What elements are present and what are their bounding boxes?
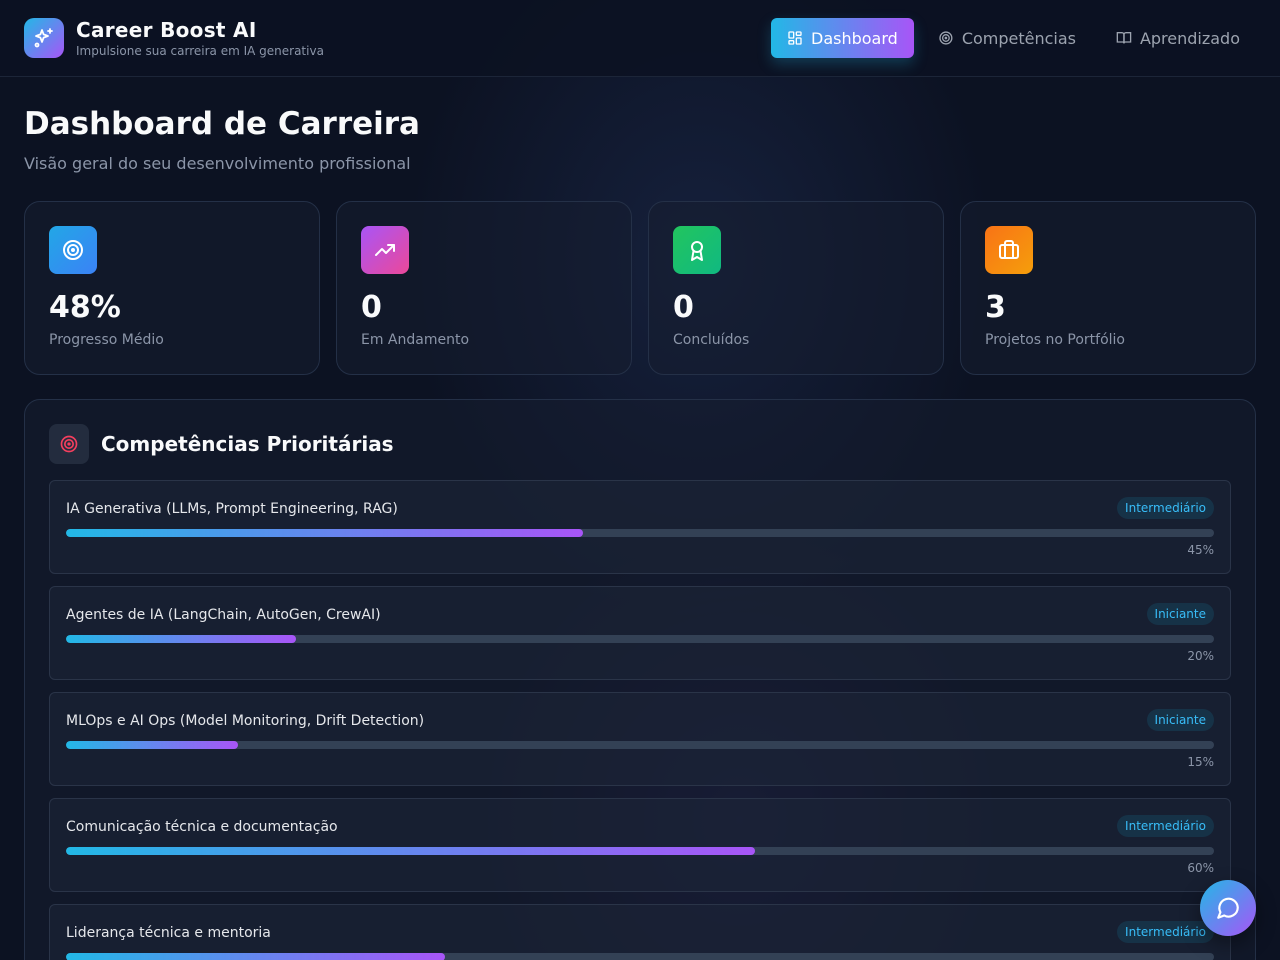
target-icon (63, 240, 83, 260)
skill-progress-fill (66, 635, 296, 643)
page-title: Dashboard de Carreira (24, 106, 420, 142)
skill-name: Agentes de IA (LangChain, AutoGen, CrewA… (66, 607, 381, 623)
stat-card-completed: 0 Concluídos (648, 201, 944, 375)
skill-name: Liderança técnica e mentoria (66, 925, 271, 941)
stat-value: 0 (673, 290, 694, 325)
trending-up-icon (375, 244, 395, 256)
stat-card-progress: 48% Progresso Médio (24, 201, 320, 375)
skill-percentage: 60% (1187, 861, 1214, 875)
skill-progress-track (66, 953, 1214, 960)
book-icon (1116, 32, 1132, 44)
skill-progress-track (66, 635, 1214, 643)
page-subtitle: Visão geral do seu desenvolvimento profi… (24, 154, 411, 173)
stat-value: 48% (49, 290, 121, 325)
briefcase-icon (999, 240, 1019, 259)
skill-card[interactable]: Agentes de IA (LangChain, AutoGen, CrewA… (49, 586, 1231, 680)
skill-name: IA Generativa (LLMs, Prompt Engineering,… (66, 501, 398, 517)
skill-level-badge: Intermediário (1117, 815, 1214, 837)
skill-name: Comunicação técnica e documentação (66, 819, 338, 835)
chat-button[interactable] (1200, 880, 1256, 936)
sparkles-icon (34, 28, 53, 48)
skill-card[interactable]: Liderança técnica e mentoria Intermediár… (49, 904, 1231, 960)
skill-level-badge: Iniciante (1146, 709, 1214, 731)
nav-aprendizado-label: Aprendizado (1139, 28, 1240, 48)
skill-progress-track (66, 741, 1214, 749)
skill-card[interactable]: IA Generativa (LLMs, Prompt Engineering,… (49, 480, 1231, 574)
stat-icon-box (361, 226, 409, 274)
stat-value: 0 (361, 290, 382, 325)
skill-percentage: 15% (1187, 755, 1214, 769)
stat-icon-box (673, 226, 721, 274)
target-icon (60, 435, 78, 453)
priority-skills-panel: Competências Prioritárias IA Generativa … (24, 399, 1256, 960)
panel-title: Competências Prioritárias (101, 432, 394, 456)
skill-progress-fill (66, 741, 239, 749)
skill-card[interactable]: Comunicação técnica e documentação Inter… (49, 798, 1231, 892)
skill-level-badge: Intermediário (1117, 497, 1214, 519)
nav-competencias-label: Competências (961, 28, 1076, 48)
skill-progress-track (66, 847, 1214, 855)
stat-card-in-progress: 0 Em Andamento (336, 201, 632, 375)
stat-icon-box (985, 226, 1033, 274)
app-logo[interactable] (24, 18, 64, 58)
nav-aprendizado[interactable]: Aprendizado (1100, 18, 1256, 58)
stat-card-portfolio: 3 Projetos no Portfólio (960, 201, 1256, 375)
skill-progress-fill (66, 529, 583, 537)
stat-label: Concluídos (673, 332, 750, 348)
grid-icon (788, 31, 802, 45)
stat-label: Projetos no Portfólio (985, 332, 1125, 348)
stat-icon-box (49, 226, 97, 274)
chat-bubble-icon (1217, 897, 1239, 919)
skill-level-badge: Iniciante (1146, 603, 1214, 625)
app-title: Career Boost AI (76, 18, 257, 42)
panel-icon-box (49, 424, 89, 464)
stat-label: Progresso Médio (49, 332, 164, 348)
nav-dashboard[interactable]: Dashboard (771, 18, 914, 58)
skill-progress-track (66, 529, 1214, 537)
award-icon (691, 241, 703, 261)
skill-level-badge: Intermediário (1117, 921, 1214, 943)
stat-label: Em Andamento (361, 332, 470, 348)
stat-value: 3 (985, 290, 1006, 325)
skill-percentage: 45% (1187, 543, 1214, 557)
skill-percentage: 20% (1187, 649, 1214, 663)
app-subtitle: Impulsione sua carreira em IA generativa (76, 44, 324, 58)
nav-competencias[interactable]: Competências (922, 18, 1092, 58)
nav-dashboard-label: Dashboard (811, 28, 898, 48)
target-icon (939, 31, 953, 45)
skill-name: MLOps e AI Ops (Model Monitoring, Drift … (66, 713, 425, 729)
skill-progress-fill (66, 953, 445, 960)
skill-card[interactable]: MLOps e AI Ops (Model Monitoring, Drift … (49, 692, 1231, 786)
app-header: Career Boost AI Impulsione sua carreira … (0, 0, 1280, 77)
skill-progress-fill (66, 847, 755, 855)
